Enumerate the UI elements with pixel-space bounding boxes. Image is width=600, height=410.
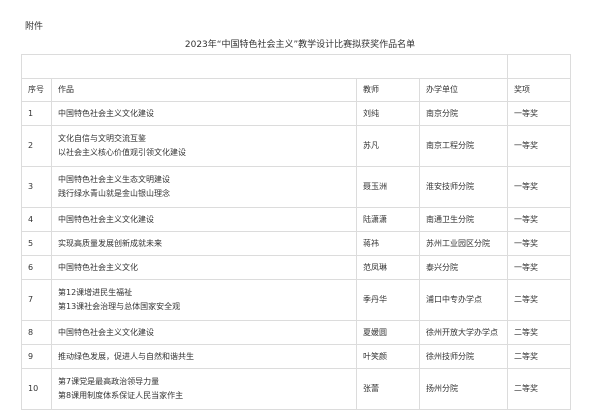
- seq-cell: 6: [21, 255, 52, 280]
- blank-cell: [507, 54, 571, 79]
- header-row: 序号 作品 教师 办学单位 奖项: [21, 78, 571, 102]
- work-cell: 中国特色社会主义文化: [51, 255, 357, 280]
- work-title-line: 第7课党是最高政治领导力量: [58, 377, 160, 386]
- award-table: 序号 作品 教师 办学单位 奖项 1 中国特色社会主义文化建设 刘纯 南京分院 一等奖 2…: [21, 54, 571, 410]
- teacher-cell: 刘纯: [356, 101, 420, 126]
- work-title-line: 中国特色社会主义生态文明建设: [58, 175, 170, 184]
- work-title-line: 文化自信与文明交流互鉴: [58, 134, 146, 143]
- header-work: 作品: [51, 78, 357, 102]
- seq-cell: 5: [21, 231, 52, 256]
- unit-cell: 淮安技师分院: [419, 166, 508, 208]
- work-title-line: 第13课社会治理与总体国家安全观: [58, 302, 181, 311]
- seq-cell: 7: [21, 279, 52, 321]
- unit-cell: 南京工程分院: [419, 125, 508, 167]
- work-title-line: 中国特色社会主义文化建设: [58, 327, 154, 337]
- award-cell: 一等奖: [507, 101, 571, 126]
- award-cell: 二等奖: [507, 368, 571, 410]
- teacher-cell: 叶笑颜: [356, 344, 420, 369]
- header-unit: 办学单位: [419, 78, 508, 102]
- award-cell: 一等奖: [507, 207, 571, 232]
- table-row: 8 中国特色社会主义文化建设 夏媛圆 徐州开放大学办学点 二等奖: [21, 320, 571, 345]
- work-title-line: 中国特色社会主义文化建设: [58, 214, 154, 224]
- teacher-cell: 蒋祎: [356, 231, 420, 256]
- header-teacher: 教师: [356, 78, 420, 102]
- unit-cell: 苏州工业园区分院: [419, 231, 508, 256]
- teacher-cell: 聂玉洲: [356, 166, 420, 208]
- teacher-cell: 夏媛圆: [356, 320, 420, 345]
- work-cell: 中国特色社会主义文化建设: [51, 101, 357, 126]
- unit-cell: 扬州分院: [419, 368, 508, 410]
- work-cell: 第7课党是最高政治领导力量第8课用制度体系保证人民当家作主: [51, 368, 357, 410]
- unit-cell: 徐州开放大学办学点: [419, 320, 508, 345]
- seq-cell: 4: [21, 207, 52, 232]
- table-row: 9 推动绿色发展，促进人与自然和谐共生 叶笑颜 徐州技师分院 二等奖: [21, 344, 571, 369]
- award-table-body: 序号 作品 教师 办学单位 奖项 1 中国特色社会主义文化建设 刘纯 南京分院 一等奖 2…: [21, 54, 571, 410]
- seq-cell: 10: [21, 368, 52, 410]
- seq-cell: 9: [21, 344, 52, 369]
- teacher-cell: 苏凡: [356, 125, 420, 167]
- work-title-line: 第8课用制度体系保证人民当家作主: [58, 391, 184, 400]
- award-cell: 一等奖: [507, 166, 571, 208]
- work-cell: 第12课增进民生福祉第13课社会治理与总体国家安全观: [51, 279, 357, 321]
- award-cell: 一等奖: [507, 255, 571, 280]
- work-title-line: 中国特色社会主义文化建设: [58, 108, 154, 118]
- work-title-line: 中国特色社会主义文化: [58, 262, 138, 272]
- work-title-line: 第12课增进民生福祉: [58, 288, 133, 297]
- table-row: 10 第7课党是最高政治领导力量 第8课用制度体系保证人民当家作主 张蕾 扬州分院 二等奖: [21, 368, 571, 410]
- seq-cell: 3: [21, 166, 52, 208]
- work-cell: 推动绿色发展，促进人与自然和谐共生: [51, 344, 357, 369]
- seq-cell: 1: [21, 101, 52, 126]
- work-title-line: 推动绿色发展，促进人与自然和谐共生: [58, 351, 194, 361]
- unit-cell: 南通卫生分院: [419, 207, 508, 232]
- header-seq: 序号: [21, 78, 52, 102]
- table-row: 6 中国特色社会主义文化 范凤琳 泰兴分院 一等奖: [21, 255, 571, 280]
- table-row: 1 中国特色社会主义文化建设 刘纯 南京分院 一等奖: [21, 101, 571, 126]
- table-row: 3 中国特色社会主义生态文明建设 践行绿水青山就是金山银山理念 聂玉洲 淮安技师分院 一等…: [21, 166, 571, 208]
- attachment-label: 附件: [25, 22, 44, 32]
- award-cell: 二等奖: [507, 320, 571, 345]
- table-row: 4 中国特色社会主义文化建设 陆潇潇 南通卫生分院 一等奖: [21, 207, 571, 232]
- work-cell: 中国特色社会主义文化建设: [51, 320, 357, 345]
- teacher-cell: 陆潇潇: [356, 207, 420, 232]
- seq-cell: 8: [21, 320, 52, 345]
- award-cell: 二等奖: [507, 344, 571, 369]
- table-row: 7 第12课增进民生福祉 第13课社会治理与总体国家安全观 季丹华 浦口中专办学点 二等奖: [21, 279, 571, 321]
- table-row: 5 实现高质量发展创新成就未来 蒋祎 苏州工业园区分院 一等奖: [21, 231, 571, 256]
- seq-cell: 2: [21, 125, 52, 167]
- unit-cell: 徐州技师分院: [419, 344, 508, 369]
- header-award: 奖项: [507, 78, 571, 102]
- blank-cell: [21, 54, 508, 79]
- teacher-cell: 范凤琳: [356, 255, 420, 280]
- award-cell: 一等奖: [507, 231, 571, 256]
- unit-cell: 泰兴分院: [419, 255, 508, 280]
- unit-cell: 浦口中专办学点: [419, 279, 508, 321]
- unit-cell: 南京分院: [419, 101, 508, 126]
- teacher-cell: 张蕾: [356, 368, 420, 410]
- document-title: 2023年“中国特色社会主义”教学设计比赛拟获奖作品名单: [184, 40, 416, 50]
- teacher-cell: 季丹华: [356, 279, 420, 321]
- work-cell: 实现高质量发展创新成就未来: [51, 231, 357, 256]
- award-cell: 二等奖: [507, 279, 571, 321]
- work-cell: 文化自信与文明交流互鉴以社会主义核心价值观引领文化建设: [51, 125, 357, 167]
- work-title-line: 以社会主义核心价值观引领文化建设: [58, 148, 186, 157]
- blank-row: [21, 54, 571, 79]
- work-cell: 中国特色社会主义生态文明建设 践行绿水青山就是金山银山理念: [51, 166, 357, 208]
- work-cell: 中国特色社会主义文化建设: [51, 207, 357, 232]
- table-row: 2 文化自信与文明交流互鉴 以社会主义核心价值观引领文化建设 苏凡 南京工程分院 一等奖: [21, 125, 571, 167]
- award-cell: 一等奖: [507, 125, 571, 167]
- work-title-line: 践行绿水青山就是金山银山理念: [58, 189, 170, 198]
- work-title-line: 实现高质量发展创新成就未来: [58, 238, 162, 248]
